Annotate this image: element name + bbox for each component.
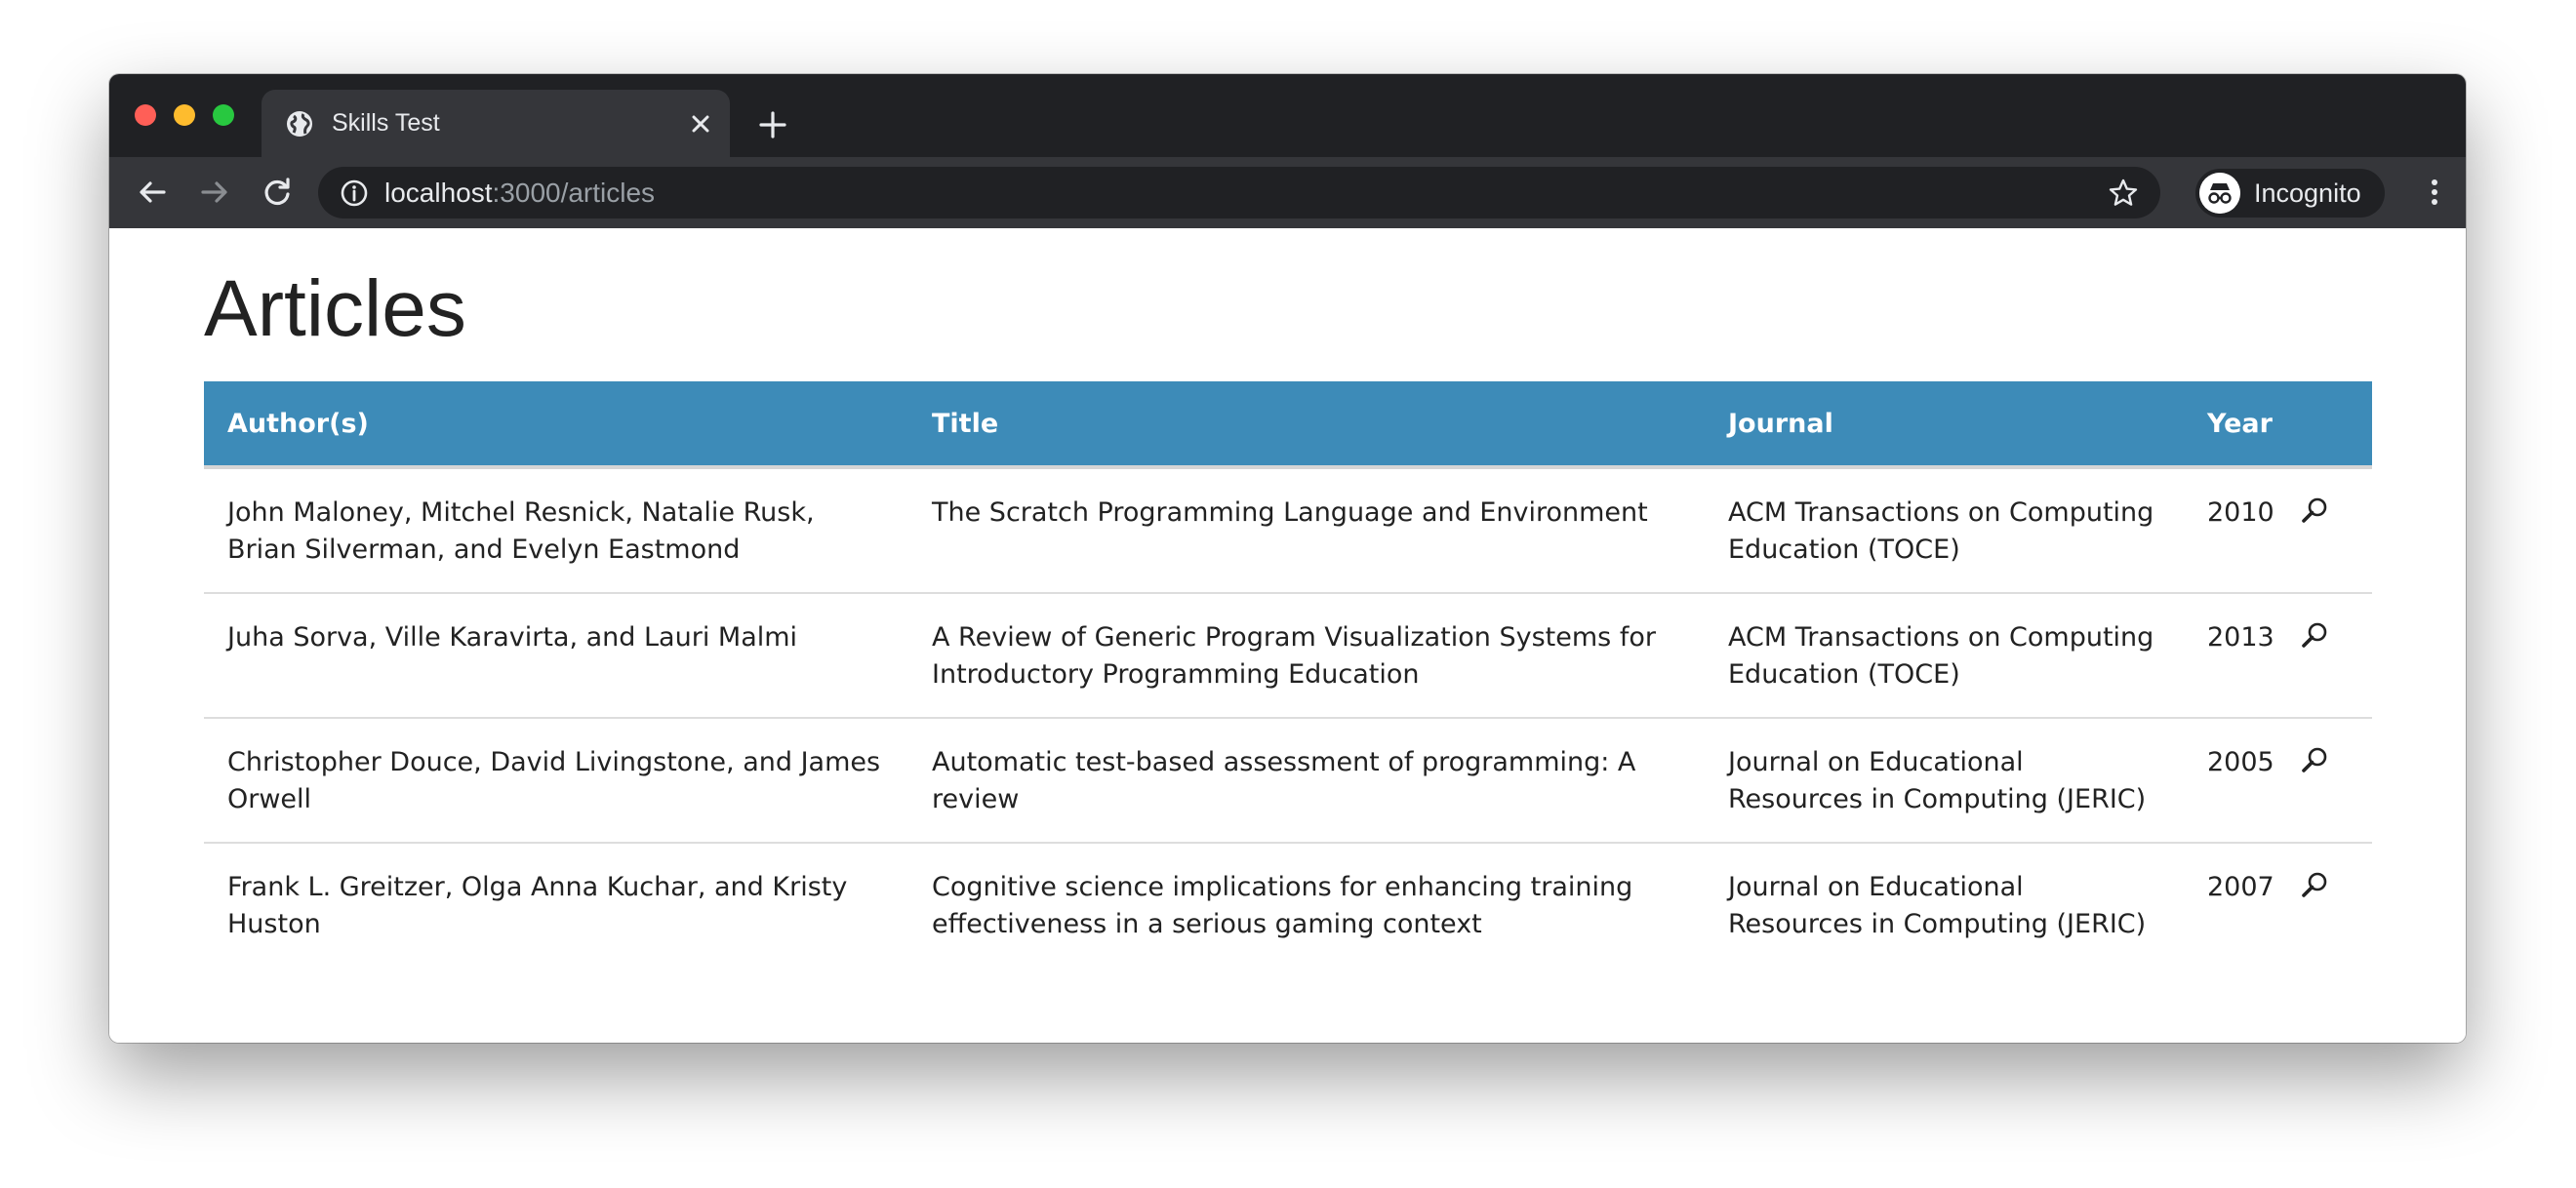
- cell-year: 2013: [2184, 593, 2292, 719]
- close-window-button[interactable]: [135, 104, 156, 126]
- table-row: John Maloney, Mitchel Resnick, Natalie R…: [204, 467, 2372, 594]
- cell-authors: Juha Sorva, Ville Karavirta, and Lauri M…: [204, 593, 908, 719]
- minimize-window-button[interactable]: [174, 104, 195, 126]
- cell-title: The Scratch Programming Language and Env…: [908, 467, 1705, 594]
- address-bar[interactable]: localhost:3000/articles: [318, 167, 2160, 218]
- table-header-row: Author(s) Title Journal Year: [204, 381, 2372, 469]
- tab-title: Skills Test: [332, 109, 440, 137]
- cell-journal: ACM Transactions on Computing Education …: [1705, 467, 2184, 594]
- maximize-window-button[interactable]: [213, 104, 234, 126]
- cell-journal: Journal on Educational Resources in Comp…: [1705, 718, 2184, 844]
- profile-label: Incognito: [2254, 178, 2361, 208]
- tab-strip: Skills Test: [109, 74, 2466, 157]
- articles-table: Author(s) Title Journal Year John Malone…: [204, 381, 2372, 967]
- cell-year: 2005: [2184, 718, 2292, 844]
- cell-authors: Frank L. Greitzer, Olga Anna Kuchar, and…: [227, 872, 848, 939]
- cell-authors: John Maloney, Mitchel Resnick, Natalie R…: [204, 467, 908, 594]
- reload-icon[interactable]: [260, 175, 295, 210]
- incognito-icon: [2199, 173, 2240, 214]
- cell-action: [2292, 467, 2372, 594]
- browser-tab[interactable]: Skills Test: [262, 90, 730, 157]
- cell-journal: Journal on Educational Resources in Comp…: [1728, 872, 2147, 939]
- cell-title: Automatic test-based assessment of progr…: [908, 718, 1705, 844]
- forward-icon[interactable]: [197, 175, 232, 210]
- column-header-title: Title: [908, 381, 1705, 469]
- column-header-year: Year: [2184, 381, 2292, 469]
- url-path: :3000/articles: [492, 178, 656, 208]
- browser-window: Skills Test localhost:3000/articles Inco…: [109, 74, 2466, 1043]
- browser-toolbar: localhost:3000/articles Incognito: [109, 157, 2466, 228]
- magnifier-icon[interactable]: [2298, 869, 2331, 902]
- site-info-icon[interactable]: [340, 178, 369, 208]
- cell-action: [2292, 593, 2372, 719]
- table-row: Christopher Douce, David Livingstone, an…: [204, 718, 2372, 844]
- close-tab-icon[interactable]: [687, 110, 714, 138]
- incognito-profile-button[interactable]: Incognito: [2195, 169, 2385, 218]
- magnifier-icon[interactable]: [2298, 495, 2331, 528]
- globe-icon: [287, 111, 312, 137]
- cell-year: 2007: [2207, 872, 2274, 902]
- page-title: Articles: [204, 264, 466, 353]
- magnifier-icon[interactable]: [2298, 619, 2331, 653]
- magnifier-icon[interactable]: [2298, 744, 2331, 777]
- url-host: localhost: [384, 178, 493, 208]
- cell-authors: Christopher Douce, David Livingstone, an…: [204, 718, 908, 844]
- table-row: Juha Sorva, Ville Karavirta, and Lauri M…: [204, 593, 2372, 719]
- url-text: localhost:3000/articles: [384, 167, 655, 218]
- column-header-authors: Author(s): [204, 381, 908, 469]
- page-content: Articles Author(s) Title Journal Year Jo…: [109, 228, 2466, 1043]
- table-row: Frank L. Greitzer, Olga Anna Kuchar, and…: [204, 843, 2372, 967]
- back-icon[interactable]: [135, 175, 170, 210]
- column-header-actions: [2292, 381, 2372, 469]
- cell-title: Cognitive science implications for enhan…: [932, 872, 1633, 939]
- bookmark-star-icon[interactable]: [2108, 178, 2139, 209]
- new-tab-icon[interactable]: [757, 109, 788, 140]
- cell-action: [2292, 843, 2372, 967]
- column-header-journal: Journal: [1705, 381, 2184, 469]
- cell-year: 2010: [2184, 467, 2292, 594]
- cell-title: A Review of Generic Program Visualizatio…: [908, 593, 1705, 719]
- browser-menu-icon[interactable]: [2417, 175, 2452, 210]
- cell-journal: ACM Transactions on Computing Education …: [1705, 593, 2184, 719]
- cell-action: [2292, 718, 2372, 844]
